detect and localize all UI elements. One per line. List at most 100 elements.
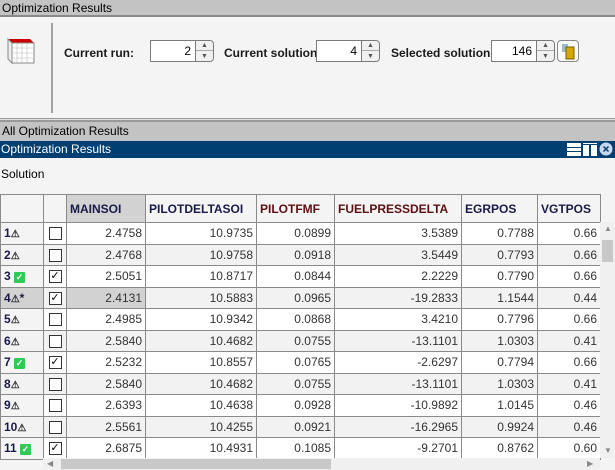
table-cell[interactable]: 3.4210 (334, 308, 462, 331)
select-checkbox[interactable] (48, 334, 62, 348)
select-cell[interactable]: ✓ (43, 265, 67, 288)
decrement-icon[interactable]: ▼ (537, 51, 554, 61)
table-cell[interactable]: 0.0765 (256, 351, 335, 374)
table-cell[interactable]: 2.4758 (66, 222, 146, 245)
select-cell[interactable] (43, 222, 67, 245)
table-cell[interactable]: 0.41 (537, 372, 601, 395)
current-solution-spinner[interactable]: 4 ▲ ▼ (316, 40, 380, 62)
scroll-down-icon[interactable]: ▼ (604, 446, 612, 455)
table-cell[interactable]: 0.7790 (461, 265, 538, 288)
table-cell[interactable]: 0.1085 (256, 437, 335, 460)
column-header[interactable]: EGRPOS (461, 194, 538, 223)
current-run-value[interactable]: 2 (151, 41, 195, 61)
table-cell[interactable]: -9.2701 (334, 437, 462, 460)
row-header[interactable]: 4⚠* (0, 286, 44, 309)
decrement-icon[interactable]: ▼ (362, 51, 379, 61)
table-cell[interactable]: 2.5840 (66, 329, 146, 352)
table-cell[interactable]: -10.9892 (334, 394, 462, 417)
table-cell[interactable]: 2.6875 (66, 437, 146, 460)
table-row[interactable]: 5⚠ 2.4985 10.9342 0.0868 3.4210 0.7796 0.66 (0, 308, 601, 331)
split-vertical-icon[interactable] (583, 142, 597, 156)
select-checkbox[interactable] (48, 399, 62, 413)
current-solution-value[interactable]: 4 (317, 41, 361, 61)
table-cell[interactable]: -19.2833 (334, 286, 462, 309)
table-cell[interactable]: 0.8762 (461, 437, 538, 460)
table-cell[interactable]: 2.5051 (66, 265, 146, 288)
table-cell[interactable]: 0.0965 (256, 286, 335, 309)
table-cell[interactable]: 0.46 (537, 415, 601, 438)
table-cell[interactable]: 2.4131 (66, 286, 146, 309)
table-cell[interactable]: 0.7796 (461, 308, 538, 331)
table-cell[interactable]: 0.66 (537, 308, 601, 331)
table-cell[interactable]: 3.5449 (334, 243, 462, 266)
select-checkbox[interactable]: ✓ (48, 356, 62, 370)
table-cell[interactable]: 0.41 (537, 329, 601, 352)
select-cell[interactable]: ✓ (43, 286, 67, 309)
table-cell[interactable]: 3.5389 (334, 222, 462, 245)
row-header[interactable]: 1⚠ (0, 222, 44, 245)
split-horizontal-icon[interactable] (567, 142, 581, 156)
selected-solution-value[interactable]: 146 (492, 41, 536, 61)
table-cell[interactable]: 10.4682 (145, 372, 257, 395)
table-cell[interactable]: 1.0145 (461, 394, 538, 417)
select-cell[interactable] (43, 372, 67, 395)
table-cell[interactable]: 0.0899 (256, 222, 335, 245)
table-cell[interactable]: 2.5232 (66, 351, 146, 374)
table-cell[interactable]: -13.1101 (334, 329, 462, 352)
select-cell[interactable]: ✓ (43, 437, 67, 460)
select-checkbox[interactable] (48, 313, 62, 327)
table-cell[interactable]: 2.4768 (66, 243, 146, 266)
row-header[interactable]: 9⚠ (0, 394, 44, 417)
table-row[interactable]: 11 ✓ ✓ 2.6875 10.4931 0.1085 -9.2701 0.8762 0.6… (0, 437, 601, 460)
row-header[interactable]: 11 ✓ (0, 437, 44, 460)
select-checkbox[interactable]: ✓ (48, 291, 62, 305)
select-checkbox[interactable]: ✓ (48, 442, 62, 456)
row-header[interactable]: 10⚠ (0, 415, 44, 438)
table-cell[interactable]: 10.9342 (145, 308, 257, 331)
column-header[interactable]: VGTPOS (537, 194, 601, 223)
table-cell[interactable]: 0.66 (537, 351, 601, 374)
table-row[interactable]: 7 ✓ ✓ 2.5232 10.8557 0.0765 -2.6297 0.7794 0.66 (0, 351, 601, 374)
table-cell[interactable]: 0.0918 (256, 243, 335, 266)
horizontal-scroll-thumb[interactable] (61, 459, 331, 469)
table-cell[interactable]: 2.6393 (66, 394, 146, 417)
row-header[interactable]: 2⚠ (0, 243, 44, 266)
table-cell[interactable]: -2.6297 (334, 351, 462, 374)
table-row[interactable]: 9⚠ 2.6393 10.4638 0.0928 -10.9892 1.0145 0.46 (0, 394, 601, 417)
table-cell[interactable]: 2.2229 (334, 265, 462, 288)
table-cell[interactable]: -13.1101 (334, 372, 462, 395)
table-cell[interactable]: 0.66 (537, 243, 601, 266)
paste-selection-button[interactable] (557, 40, 579, 62)
column-header[interactable]: MAINSOI (66, 194, 146, 223)
column-header[interactable]: FUELPRESSDELTA (334, 194, 462, 223)
scroll-right-icon[interactable]: ▶ (587, 459, 593, 468)
select-cell[interactable] (43, 415, 67, 438)
table-cell[interactable]: 0.66 (537, 265, 601, 288)
table-cell[interactable]: 10.9735 (145, 222, 257, 245)
row-header[interactable]: 6⚠ (0, 329, 44, 352)
row-header[interactable]: 3 ✓ (0, 265, 44, 288)
table-row[interactable]: 4⚠* ✓ 2.4131 10.5883 0.0965 -19.2833 1.1544 0.4… (0, 286, 601, 309)
table-cell[interactable]: 2.5840 (66, 372, 146, 395)
table-cell[interactable]: 0.9924 (461, 415, 538, 438)
select-cell[interactable]: ✓ (43, 351, 67, 374)
table-row[interactable]: 3 ✓ ✓ 2.5051 10.8717 0.0844 2.2229 0.7790 0.66 (0, 265, 601, 288)
table-row[interactable]: 1⚠ 2.4758 10.9735 0.0899 3.5389 0.7788 0.66 (0, 222, 601, 245)
row-header[interactable]: 5⚠ (0, 308, 44, 331)
table-cell[interactable]: 0.7794 (461, 351, 538, 374)
column-header[interactable]: PILOTFMF (256, 194, 335, 223)
select-cell[interactable] (43, 243, 67, 266)
table-cell[interactable]: 0.66 (537, 222, 601, 245)
table-cell[interactable]: 2.5561 (66, 415, 146, 438)
vertical-scrollbar[interactable]: ▲ ▼ (600, 222, 615, 458)
table-cell[interactable]: 10.4682 (145, 329, 257, 352)
scroll-left-icon[interactable]: ◀ (47, 459, 53, 468)
table-cell[interactable]: 10.4638 (145, 394, 257, 417)
table-cell[interactable]: 0.7788 (461, 222, 538, 245)
table-row[interactable]: 10⚠ 2.5561 10.4255 0.0921 -16.2965 0.9924 0.46 (0, 415, 601, 438)
increment-icon[interactable]: ▲ (537, 41, 554, 51)
column-header[interactable]: PILOTDELTASOI (145, 194, 257, 223)
table-cell[interactable]: 0.0921 (256, 415, 335, 438)
table-row[interactable]: 8⚠ 2.5840 10.4682 0.0755 -13.1101 1.0303 0.41 (0, 372, 601, 395)
select-cell[interactable] (43, 308, 67, 331)
